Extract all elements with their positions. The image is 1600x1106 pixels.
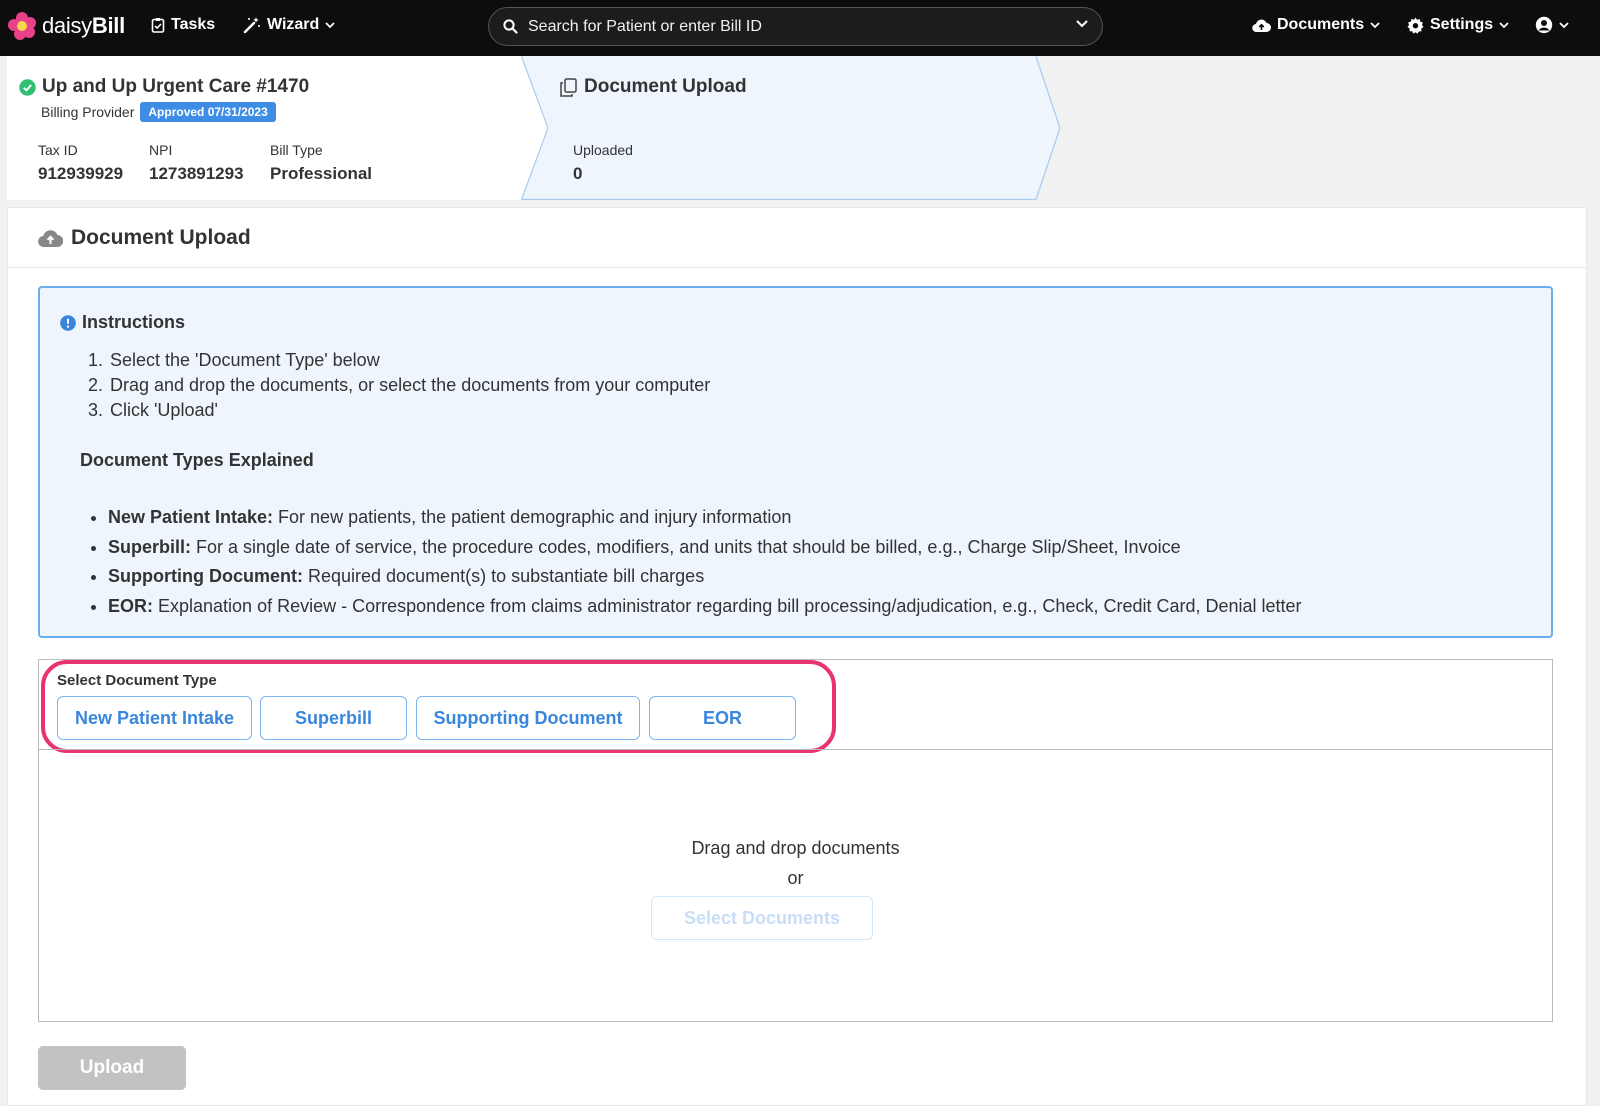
chevron-down-icon[interactable]	[1076, 20, 1088, 28]
brand-name-light: daisy	[42, 13, 92, 38]
nav-wizard[interactable]: Wizard	[243, 16, 335, 34]
nav-user-menu[interactable]	[1535, 16, 1569, 34]
provider-name[interactable]: Up and Up Urgent Care #1470	[19, 76, 309, 98]
info-circle-icon	[60, 314, 76, 331]
user-avatar-icon	[1535, 16, 1553, 34]
approved-status-badge: Approved 07/31/2023	[140, 102, 276, 122]
top-navigation: daisyBill Tasks Wizard Documents Setting…	[0, 0, 1600, 56]
instructions-title-label: Instructions	[82, 312, 186, 332]
document-type-explanation: Supporting Document: Required document(s…	[108, 562, 1302, 592]
cloud-upload-icon	[1252, 19, 1271, 32]
cloud-upload-icon	[38, 229, 63, 247]
panel-header: Document Upload	[8, 208, 1586, 268]
divider	[39, 749, 1552, 750]
select-documents-button[interactable]: Select Documents	[651, 896, 873, 940]
document-upload-step-title: Document Upload	[559, 76, 747, 98]
brand-name: daisyBill	[42, 13, 125, 39]
instruction-steps: Select the 'Document Type' below Drag an…	[108, 348, 710, 423]
bill-type-field: Bill Type Professional	[270, 142, 372, 184]
document-type-term: Supporting Document:	[108, 566, 303, 586]
daisy-icon	[8, 12, 36, 40]
tax-id-value: 912939929	[38, 164, 124, 183]
instruction-step: Drag and drop the documents, or select t…	[108, 373, 710, 398]
chevron-down-icon	[1499, 21, 1509, 28]
document-upload-step-label: Document Upload	[584, 76, 747, 97]
check-circle-icon	[19, 78, 36, 96]
nav-settings-label: Settings	[1430, 16, 1494, 33]
document-type-desc: For new patients, the patient demographi…	[273, 507, 792, 527]
document-type-desc: Required document(s) to substantiate bil…	[302, 566, 705, 586]
supporting-document-button[interactable]: Supporting Document	[416, 696, 640, 740]
bill-type-label: Bill Type	[270, 142, 323, 158]
document-type-term: EOR:	[108, 595, 153, 616]
upload-button[interactable]: Upload	[38, 1046, 186, 1090]
search-icon	[503, 19, 518, 34]
nav-settings[interactable]: Settings	[1407, 16, 1509, 34]
tax-id-field: Tax ID 912939929	[38, 142, 123, 184]
select-document-type-label: Select Document Type	[57, 672, 217, 689]
instruction-step: Click 'Upload'	[108, 398, 710, 423]
drag-drop-text: Drag and drop documents	[691, 838, 900, 858]
npi-field: NPI 1273891293	[149, 142, 244, 184]
nav-documents[interactable]: Documents	[1252, 16, 1380, 34]
npi-label: NPI	[149, 142, 173, 158]
document-type-desc: For a single date of service, the proced…	[191, 536, 1181, 557]
eor-button[interactable]: EOR	[649, 696, 796, 740]
chevron-down-icon	[1559, 21, 1569, 28]
search-input[interactable]	[528, 17, 1048, 36]
uploaded-label: Uploaded	[573, 142, 633, 158]
instructions-title: Instructions	[60, 312, 185, 333]
brand-logo[interactable]: daisyBill	[8, 12, 125, 40]
document-dropzone-area: Select Document Type New Patient Intake …	[38, 659, 1553, 1022]
copy-documents-icon	[560, 77, 577, 97]
chevron-down-icon	[325, 21, 335, 28]
panel-title: Document Upload	[71, 225, 251, 249]
document-type-explanation: New Patient Intake: For new patients, th…	[108, 503, 1302, 533]
npi-value: 1273891293	[149, 164, 244, 183]
or-text: or	[787, 868, 804, 888]
bill-type-value: Professional	[270, 164, 373, 183]
provider-role-label: Billing Provider	[41, 104, 135, 120]
uploaded-count-field: Uploaded 0	[573, 142, 633, 184]
document-type-term: New Patient Intake:	[108, 507, 274, 527]
nav-tasks[interactable]: Tasks	[151, 16, 215, 34]
document-type-explanation: Superbill: For a single date of service,…	[108, 533, 1302, 563]
instructions-box: Instructions Select the 'Document Type' …	[38, 286, 1553, 638]
magic-wand-icon	[243, 17, 260, 34]
document-types-title: Document Types Explained	[80, 450, 314, 470]
superbill-button[interactable]: Superbill	[260, 696, 407, 740]
document-upload-panel: Document Upload Instructions Select the …	[7, 207, 1587, 1106]
provider-name-label: Up and Up Urgent Care #1470	[42, 76, 310, 97]
tax-id-label: Tax ID	[38, 142, 78, 158]
uploaded-count: 0	[573, 164, 583, 183]
nav-documents-label: Documents	[1277, 16, 1365, 33]
document-type-desc: Explanation of Review - Correspondence f…	[153, 595, 1302, 616]
clipboard-check-icon	[151, 18, 165, 33]
document-type-explanation: EOR: Explanation of Review - Corresponde…	[108, 592, 1302, 622]
search-bar[interactable]	[488, 7, 1103, 46]
brand-name-bold: Bill	[91, 13, 125, 38]
provider-role: Billing Provider Approved 07/31/2023	[41, 102, 276, 122]
gear-icon	[1407, 17, 1424, 34]
chevron-down-icon	[1370, 21, 1380, 28]
workflow-breadcrumb: Up and Up Urgent Care #1470 Billing Prov…	[7, 56, 1587, 202]
nav-wizard-label: Wizard	[267, 16, 320, 33]
instruction-step: Select the 'Document Type' below	[108, 348, 710, 373]
document-type-term: Superbill:	[108, 536, 192, 557]
document-types-list: New Patient Intake: For new patients, th…	[108, 503, 1302, 621]
new-patient-intake-button[interactable]: New Patient Intake	[57, 696, 252, 740]
nav-tasks-label: Tasks	[171, 16, 216, 33]
